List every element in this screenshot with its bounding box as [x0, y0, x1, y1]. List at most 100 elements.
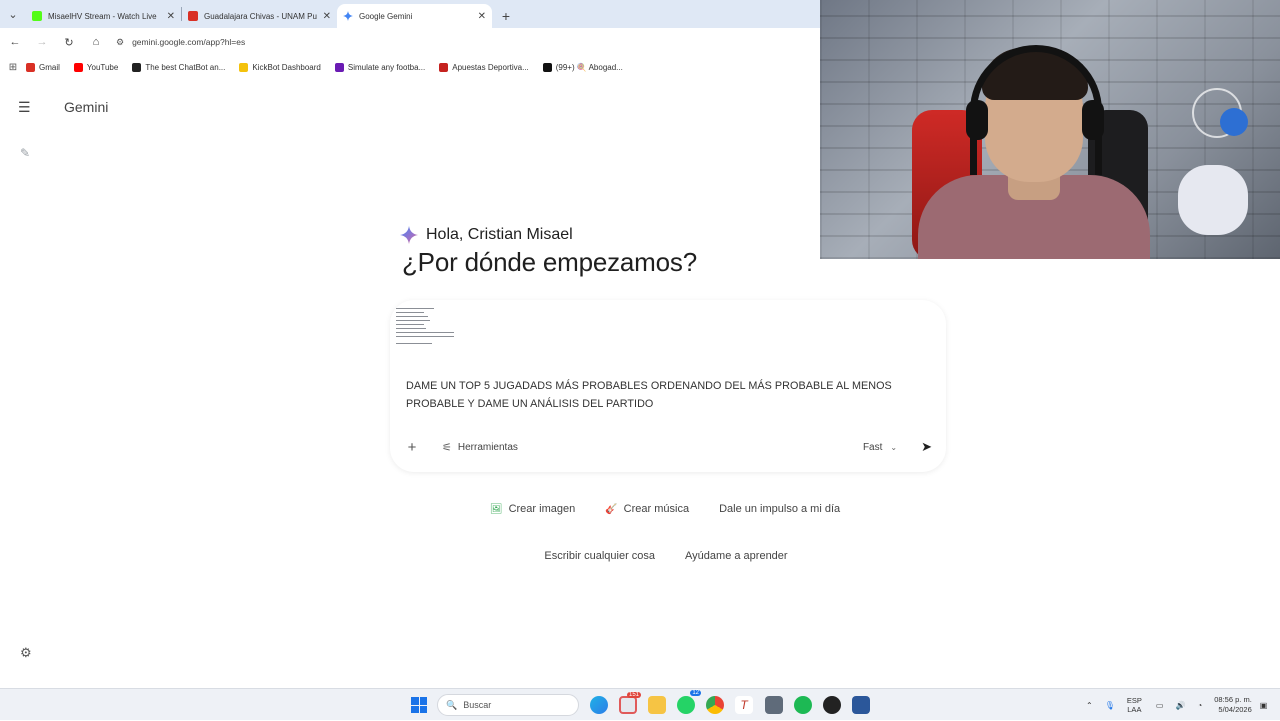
obs-icon[interactable] — [823, 696, 841, 714]
greeting-text: Hola, Cristian Misael — [426, 226, 573, 243]
youtube-icon — [73, 62, 83, 72]
balloon — [1220, 108, 1248, 136]
chevron-down-icon: ⌄ — [890, 442, 898, 452]
chip-crear-musica[interactable]: 🎸 Crear música — [598, 500, 696, 518]
clock[interactable]: 08:56 p. m. 5/04/2026 — [1214, 695, 1252, 715]
tab-misaelhv-stream[interactable]: MisaelHV Stream - Watch Live ✕ — [26, 4, 181, 28]
webcam-overlay — [820, 0, 1280, 259]
badge-count: 151 — [626, 692, 641, 698]
bookmark-label: YouTube — [86, 62, 119, 72]
reload-icon[interactable]: ↻ — [57, 30, 81, 54]
tab-title: MisaelHV Stream - Watch Live — [48, 11, 157, 21]
calculator-icon[interactable] — [765, 696, 783, 714]
microphone-icon[interactable]: 🎙 — [1105, 701, 1115, 710]
lang-top: ESP — [1126, 696, 1142, 705]
chip-label: Crear música — [623, 503, 690, 515]
chevron-up-icon[interactable]: ⌃ — [1086, 701, 1093, 710]
battery-icon[interactable]: ◔ — [1197, 701, 1202, 710]
send-button[interactable]: ➤ — [921, 439, 932, 455]
bookmark-simulate[interactable]: Simulate any footba... — [334, 62, 426, 72]
guitar-icon: 🎸 — [605, 503, 618, 515]
apps-grid-icon[interactable]: ⊞ — [0, 62, 26, 73]
bookmark-apuestas[interactable]: Apuestas Deportiva... — [439, 62, 529, 72]
attached-image-thumbnail[interactable] — [396, 308, 460, 358]
back-arrow-icon[interactable]: ← — [3, 30, 27, 54]
bookmark-label: KickBot Dashboard — [252, 62, 321, 72]
lang-bottom: LAA — [1127, 705, 1142, 714]
new-chat-icon[interactable]: ✎ — [20, 146, 30, 160]
settings-gear-icon[interactable]: ⚙ — [20, 645, 32, 661]
suggestion-chips-secondary: Escribir cualquier cosa Ayúdame a aprend… — [0, 547, 1280, 565]
bookmark-abogado[interactable]: (99+) 🍭 Abogad... — [542, 62, 623, 72]
prompt-composer: DAME UN TOP 5 JUGADADS MÁS PROBABLES ORD… — [390, 300, 946, 472]
network-icon[interactable]: ▭ — [1156, 701, 1164, 710]
word-icon[interactable] — [852, 696, 870, 714]
whatsapp-icon[interactable]: 12 — [677, 690, 701, 714]
image-icon: 🖼 — [489, 503, 503, 515]
clock-date: 5/04/2026 — [1218, 705, 1252, 714]
search-placeholder: Buscar — [463, 700, 492, 710]
chrome-icon[interactable] — [706, 696, 724, 714]
snipping-tool-icon[interactable]: 151 — [619, 692, 641, 714]
chip-impulso[interactable]: Dale un impulso a mi día — [712, 500, 847, 518]
mode-label: Fast — [862, 441, 883, 453]
address-bar[interactable]: ⚙ gemini.google.com/app?hl=es — [116, 37, 245, 48]
bookmarks-bar: ⊞ Gmail YouTube The best ChatBot an... K… — [0, 56, 820, 78]
bookmark-youtube[interactable]: YouTube — [73, 62, 119, 72]
search-icon: 🔍 — [446, 699, 458, 710]
simulator-icon — [334, 62, 344, 72]
chip-escribir[interactable]: Escribir cualquier cosa — [537, 547, 662, 565]
chip-label: Dale un impulso a mi día — [719, 503, 841, 515]
prompt-input[interactable]: DAME UN TOP 5 JUGADADS MÁS PROBABLES ORD… — [406, 378, 916, 413]
headset-earcup — [1082, 100, 1104, 140]
github-icon — [132, 62, 142, 72]
notifications-icon[interactable]: ▣ — [1260, 701, 1268, 710]
tab-strip: ⌄ MisaelHV Stream - Watch Live ✕ Guadala… — [0, 0, 820, 28]
language-indicator[interactable]: ESP LAA — [1127, 696, 1142, 714]
bookmark-label: (99+) 🍭 Abogad... — [555, 62, 623, 72]
sliders-icon: ⚟ — [442, 441, 452, 454]
bookmark-label: Simulate any footba... — [347, 62, 426, 72]
spotify-icon[interactable] — [794, 696, 812, 714]
close-icon[interactable]: ✕ — [478, 11, 486, 22]
chip-aprender[interactable]: Ayúdame a aprender — [678, 547, 795, 565]
edge-icon[interactable] — [590, 696, 608, 714]
add-attachment-button[interactable]: + — [402, 439, 422, 456]
close-icon[interactable]: ✕ — [323, 11, 331, 22]
forward-arrow-icon[interactable]: → — [30, 30, 54, 54]
file-explorer-icon[interactable] — [648, 696, 666, 714]
gmail-icon — [26, 62, 35, 72]
tools-button[interactable]: ⚟ Herramientas — [442, 441, 518, 454]
taskbar-search[interactable]: 🔍 Buscar — [437, 694, 579, 716]
composer-actions: + ⚟ Herramientas Fast ⌄ ➤ — [402, 437, 932, 457]
badge-count: 12 — [690, 690, 701, 696]
windows-start-icon[interactable] — [411, 697, 427, 713]
kickbot-icon — [239, 62, 249, 72]
tab-search-chevron-icon[interactable]: ⌄ — [0, 0, 26, 28]
tiktok-icon — [542, 62, 552, 72]
typing-app-icon[interactable]: T — [735, 696, 753, 714]
new-tab-button[interactable]: + — [492, 4, 520, 28]
bookmark-label: Apuestas Deportiva... — [452, 62, 529, 72]
volume-icon[interactable]: 🔊 — [1175, 701, 1185, 710]
suggestion-chips: 🖼 Crear imagen 🎸 Crear música Dale un im… — [0, 500, 1280, 518]
hamburger-menu-icon[interactable]: ☰ — [18, 99, 31, 116]
gemini-favicon-icon — [343, 11, 353, 21]
home-icon[interactable]: ⌂ — [84, 30, 108, 54]
chip-crear-imagen[interactable]: 🖼 Crear imagen — [483, 500, 582, 518]
tab-google-gemini[interactable]: Google Gemini ✕ — [337, 4, 492, 28]
url-text: gemini.google.com/app?hl=es — [132, 37, 246, 47]
model-mode-selector[interactable]: Fast ⌄ — [863, 442, 897, 453]
bookmark-chatbot[interactable]: The best ChatBot an... — [132, 62, 226, 72]
plush-toys — [1178, 165, 1248, 235]
page-headline: ¿Por dónde empezamos? — [402, 247, 697, 277]
gemini-spark-icon — [400, 226, 418, 244]
tab-guadalajara-chivas[interactable]: Guadalajara Chivas - UNAM Pu ✕ — [182, 4, 337, 28]
bookmark-label: The best ChatBot an... — [145, 62, 226, 72]
chip-label: Ayúdame a aprender — [685, 550, 788, 562]
site-info-icon[interactable]: ⚙ — [116, 37, 124, 48]
greeting: Hola, Cristian Misael — [400, 226, 573, 244]
bookmark-kickbot[interactable]: KickBot Dashboard — [239, 62, 321, 72]
bookmark-gmail[interactable]: Gmail — [26, 62, 60, 72]
close-icon[interactable]: ✕ — [167, 11, 175, 22]
